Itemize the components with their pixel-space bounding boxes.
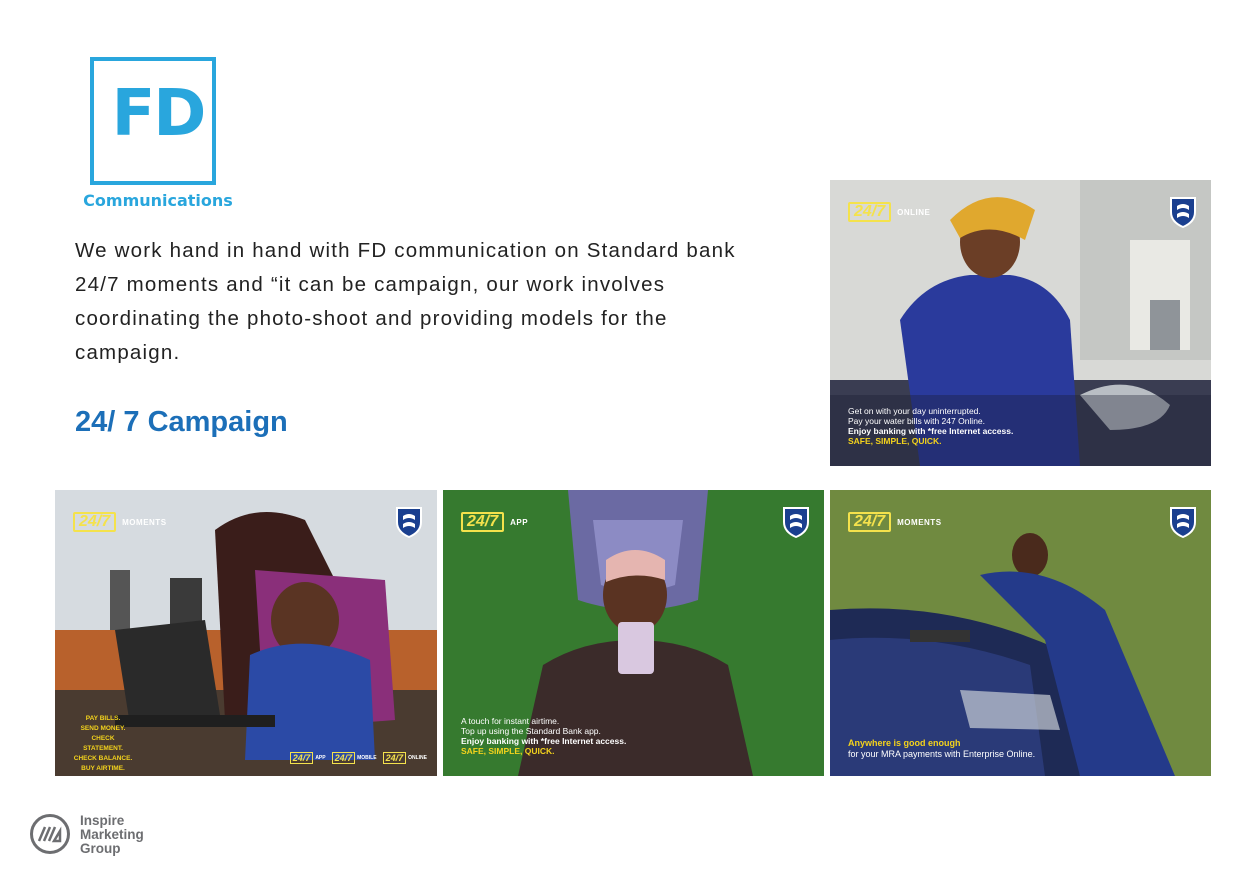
badge-label: APP: [510, 517, 529, 527]
ad-moments1-list: PAY BILLS. SEND MONEY. CHECK STATEMENT. …: [73, 714, 133, 774]
copy-headline: Anywhere is good enough: [848, 738, 961, 748]
footer-badge-app: 24/7 APP: [289, 752, 326, 764]
fd-logo-subtitle: Communications: [83, 191, 233, 210]
standard-bank-shield-icon: [396, 507, 422, 538]
fd-logo-letters: FD: [111, 77, 207, 151]
standard-bank-shield-icon: [783, 507, 809, 538]
intro-paragraph: We work hand in hand with FD communicati…: [75, 239, 736, 364]
badge-number: 24/7: [289, 752, 314, 764]
list-item: PAY BILLS.: [85, 715, 121, 722]
inspire-line: Marketing: [80, 827, 144, 842]
copy-line: Pay your water bills with 247 Online.: [848, 416, 986, 426]
badge-label: ONLINE: [897, 207, 931, 217]
inspire-stripes-icon: [37, 826, 62, 843]
copy-bold-line: Enjoy banking with *free Internet access…: [848, 426, 1014, 436]
badge-number: 24/7: [848, 512, 892, 532]
campaign-heading: 24/ 7 Campaign: [75, 406, 288, 439]
badge-label: MOMENTS: [897, 517, 942, 527]
badge-number: 24/7: [848, 202, 892, 222]
badge-number: 24/7: [73, 512, 117, 532]
standard-bank-shield-icon: [1170, 197, 1196, 228]
badge-number: 24/7: [331, 752, 356, 764]
inspire-line: Inspire: [80, 813, 125, 828]
badge-label: MOMENTS: [122, 517, 167, 527]
ad-app: 24/7 APP A touch for instant airtime. To…: [443, 490, 824, 776]
list-item: SEND MONEY.: [80, 725, 126, 732]
copy-tagline: SAFE, SIMPLE, QUICK.: [461, 746, 555, 756]
ad-moments1-badge: 24/7 MOMENTS: [73, 512, 167, 532]
ad-moments-car: 24/7 MOMENTS Anywhere is good enough for…: [830, 490, 1211, 776]
campaign-word: Campaign: [147, 406, 288, 438]
inspire-logo-mark-icon: [30, 814, 70, 854]
ad-app-badge: 24/7 APP: [461, 512, 528, 532]
standard-bank-shield-icon: [1170, 507, 1196, 538]
badge-label: MOBILE: [357, 755, 377, 761]
list-item: CHECK STATEMENT.: [83, 735, 123, 752]
inspire-logo-text: Inspire Marketing Group: [80, 814, 144, 856]
footer-badge-mobile: 24/7 MOBILE: [331, 752, 377, 764]
inspire-marketing-group-logo: Inspire Marketing Group: [30, 812, 170, 858]
list-item: CHECK BALANCE.: [73, 755, 133, 762]
ad-moments-car-photo: [830, 490, 1211, 776]
inspire-line: Group: [80, 841, 121, 856]
ad-moments-laptop: 24/7 MOMENTS PAY BILLS. SEND MONEY. CHEC…: [55, 490, 437, 776]
fd-communications-logo: FD Communications: [78, 55, 238, 215]
ad-app-copy: A touch for instant airtime. Top up usin…: [461, 716, 626, 756]
ad-online: 24/7 ONLINE Get on with your day uninter…: [830, 180, 1211, 466]
footer-badge-online: 24/7 ONLINE: [382, 752, 427, 764]
copy-tagline: SAFE, SIMPLE, QUICK.: [848, 436, 942, 446]
list-item: BUY AIRTIME.: [81, 765, 125, 772]
badge-label: ONLINE: [408, 755, 427, 761]
campaign-number: 24/ 7: [75, 406, 140, 438]
copy-line: for your MRA payments with Enterprise On…: [848, 749, 1036, 759]
ad-moments1-footer: 24/7 APP 24/7 MOBILE 24/7 ONLINE: [289, 752, 427, 764]
copy-line: Top up using the Standard Bank app.: [461, 726, 601, 736]
ad-online-badge: 24/7 ONLINE: [848, 202, 930, 222]
ad-moments2-copy: Anywhere is good enough for your MRA pay…: [848, 738, 1035, 760]
ad-online-copy: Get on with your day uninterrupted. Pay …: [848, 406, 1013, 446]
copy-line: Get on with your day uninterrupted.: [848, 406, 981, 416]
badge-number: 24/7: [461, 512, 505, 532]
badge-label: APP: [315, 755, 326, 761]
copy-line: A touch for instant airtime.: [461, 716, 560, 726]
copy-bold-line: Enjoy banking with *free Internet access…: [461, 736, 627, 746]
ad-moments2-badge: 24/7 MOMENTS: [848, 512, 942, 532]
badge-number: 24/7: [382, 752, 407, 764]
